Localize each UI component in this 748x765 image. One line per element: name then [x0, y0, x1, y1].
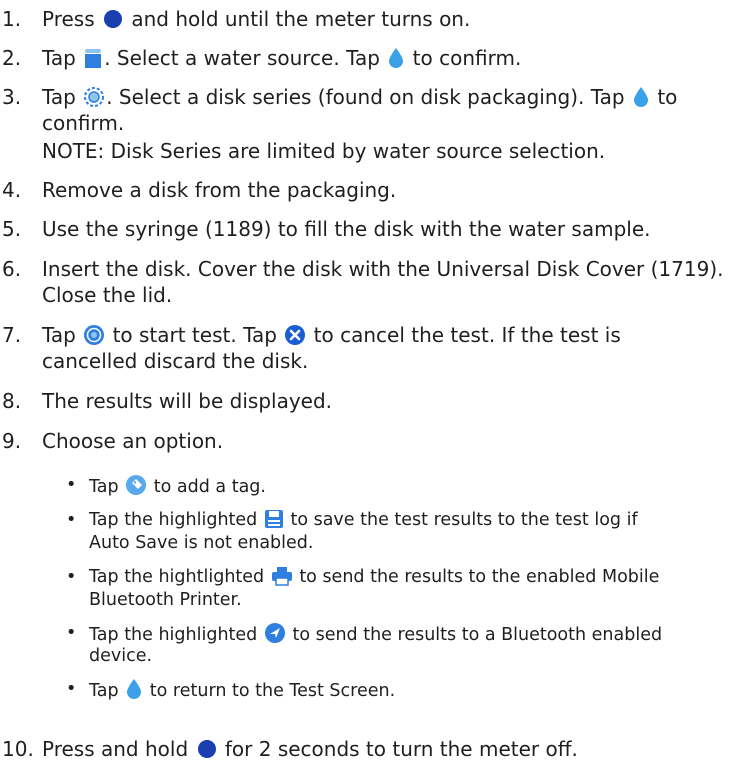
step-text: Tap: [42, 323, 76, 347]
step-number: 8.: [2, 389, 22, 413]
printer-icon: [271, 566, 293, 586]
water-drop-icon: [125, 678, 143, 700]
option-text: Tap: [89, 477, 119, 497]
start-test-icon: [83, 324, 105, 346]
option-text: to send the results to a Bluetooth enabl…: [292, 625, 663, 645]
water-drop-icon: [632, 86, 650, 108]
step-number: 9.: [2, 429, 22, 453]
bluetooth-send-icon: [264, 622, 286, 644]
step-text: and hold until the meter turns on.: [131, 7, 471, 31]
option-text: to send the results to the enabled Mobil…: [299, 567, 660, 587]
step-text: for 2 seconds to turn the meter off.: [224, 737, 578, 761]
step-text: Choose an option.: [42, 429, 224, 453]
step-text: cancelled discard the disk.: [42, 349, 309, 373]
step-text: The results will be displayed.: [42, 389, 333, 413]
option-text: Tap: [89, 681, 119, 701]
step-number: 1.: [2, 7, 22, 31]
option-text: Auto Save is not enabled.: [89, 533, 314, 553]
bullet-dot: •: [66, 567, 77, 587]
save-icon: [264, 509, 284, 529]
step-text: Remove a disk from the packaging.: [42, 178, 397, 202]
step-text: to start test. Tap: [112, 323, 277, 347]
step-number: 3.: [2, 85, 22, 109]
step-text: Tap: [42, 85, 76, 109]
bullet-dot: •: [66, 475, 77, 495]
step-text: Press: [42, 7, 95, 31]
disk-series-icon: [83, 86, 105, 108]
bullet-dot: •: [66, 623, 77, 643]
bullet-dot: •: [66, 679, 77, 699]
option-text: to add a tag.: [153, 477, 266, 497]
step-number: 7.: [2, 323, 22, 347]
step-text: Insert the disk. Cover the disk with the…: [42, 257, 724, 281]
power-button-icon: [196, 738, 218, 760]
step-note: NOTE: Disk Series are limited by water s…: [42, 139, 606, 163]
tag-icon: [125, 474, 147, 496]
water-drop-icon: [387, 47, 405, 69]
step-text: to cancel the test. If the test is: [313, 323, 621, 347]
cancel-icon: [284, 324, 306, 346]
option-text: Tap the highlighted: [89, 625, 258, 645]
water-source-icon: [83, 47, 103, 69]
step-text: . Select a water source. Tap: [104, 46, 380, 70]
bullet-dot: •: [66, 510, 77, 530]
step-text: Use the syringe (1189) to fill the disk …: [42, 217, 651, 241]
step-number: 4.: [2, 178, 22, 202]
step-text: . Select a disk series (found on disk pa…: [106, 85, 625, 109]
step-number: 2.: [2, 46, 22, 70]
instruction-list: 1. Press and hold until the meter turns …: [0, 0, 748, 765]
option-text: Tap the hightlighted: [89, 567, 265, 587]
step-text: to: [657, 85, 678, 109]
step-text: confirm.: [42, 111, 125, 135]
step-text: Press and hold: [42, 737, 189, 761]
step-text: Close the lid.: [42, 283, 173, 307]
option-text: to save the test results to the test log…: [290, 510, 638, 530]
option-text: Tap the highlighted: [89, 510, 258, 530]
step-text: to confirm.: [412, 46, 522, 70]
step-number: 6.: [2, 257, 22, 281]
option-text: Bluetooth Printer.: [89, 590, 242, 610]
step-text: Tap: [42, 46, 76, 70]
option-text: device.: [89, 646, 153, 666]
step-number: 5.: [2, 217, 22, 241]
option-text: to return to the Test Screen.: [149, 681, 396, 701]
step-number: 10.: [2, 737, 34, 761]
power-button-icon: [102, 8, 124, 30]
